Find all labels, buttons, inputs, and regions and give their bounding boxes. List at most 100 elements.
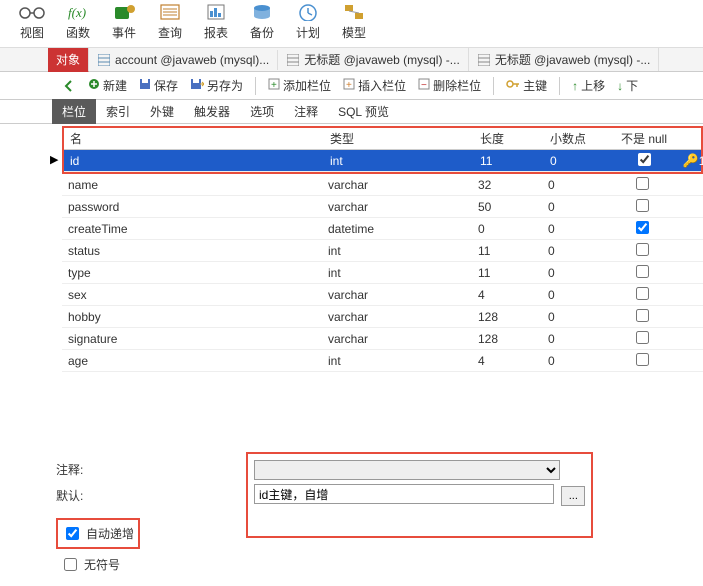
cell-name[interactable]: signature (62, 330, 322, 348)
table-row[interactable]: ▶ id int 11 0 🔑1 (64, 150, 701, 172)
cell-name[interactable]: password (62, 198, 322, 216)
table-row[interactable]: namevarchar320 (62, 174, 703, 196)
cell-name[interactable]: name (62, 176, 322, 194)
subnav-sqlpreview[interactable]: SQL 预览 (328, 99, 399, 124)
cell-dec[interactable]: 0 (542, 264, 612, 282)
cell-type[interactable]: varchar (322, 308, 472, 326)
header-notnull[interactable]: 不是 null (614, 128, 674, 149)
cell-dec[interactable]: 0 (542, 198, 612, 216)
cell-type[interactable]: datetime (322, 220, 472, 238)
header-name[interactable]: 名 (64, 128, 324, 149)
cell-type[interactable]: varchar (322, 330, 472, 348)
cell-dec[interactable]: 0 (542, 176, 612, 194)
subnav-cols[interactable]: 栏位 (52, 99, 96, 124)
cell-notnull[interactable] (614, 151, 674, 171)
cell-notnull[interactable] (612, 175, 672, 195)
cell-name[interactable]: id (64, 152, 324, 170)
unsigned-checkbox[interactable] (64, 558, 77, 571)
cell-len[interactable]: 4 (472, 352, 542, 370)
cell-dec[interactable]: 0 (542, 220, 612, 238)
cell-type[interactable]: varchar (322, 286, 472, 304)
cell-notnull[interactable] (612, 329, 672, 349)
cell-dec[interactable]: 0 (542, 286, 612, 304)
cell-name[interactable]: age (62, 352, 322, 370)
subnav-fk[interactable]: 外键 (140, 99, 184, 124)
report-button[interactable]: 报表 (202, 2, 230, 41)
cell-dec[interactable]: 0 (542, 330, 612, 348)
cell-notnull[interactable] (612, 263, 672, 283)
notnull-checkbox[interactable] (636, 243, 649, 256)
notnull-checkbox[interactable] (636, 287, 649, 300)
cell-len[interactable]: 128 (472, 330, 542, 348)
header-len[interactable]: 长度 (474, 128, 544, 149)
notnull-checkbox[interactable] (636, 199, 649, 212)
cell-dec[interactable]: 0 (542, 308, 612, 326)
plan-button[interactable]: 计划 (294, 2, 322, 41)
tab-untitled1[interactable]: 无标题 @javaweb (mysql) -... (278, 48, 469, 71)
cell-dec[interactable]: 0 (544, 152, 614, 170)
table-row[interactable]: ageint40 (62, 350, 703, 372)
cell-dec[interactable]: 0 (542, 352, 612, 370)
cell-name[interactable]: type (62, 264, 322, 282)
table-row[interactable]: createTimedatetime00 (62, 218, 703, 240)
view-button[interactable]: 视图 (18, 2, 46, 41)
new-button[interactable]: 新建 (88, 77, 127, 94)
cell-type[interactable]: int (324, 152, 474, 170)
header-dec[interactable]: 小数点 (544, 128, 614, 149)
cell-dec[interactable]: 0 (542, 242, 612, 260)
autoinc-checkbox[interactable] (66, 527, 79, 540)
notnull-checkbox[interactable] (636, 353, 649, 366)
saveas-button[interactable]: 另存为 (190, 77, 243, 94)
header-type[interactable]: 类型 (324, 128, 474, 149)
default-select[interactable] (254, 460, 560, 480)
table-row[interactable]: typeint110 (62, 262, 703, 284)
down-button[interactable]: ↓ 下 (617, 77, 638, 94)
arrow-left-button[interactable] (62, 79, 76, 93)
subnav-comment[interactable]: 注释 (284, 99, 328, 124)
cell-notnull[interactable] (612, 307, 672, 327)
cell-type[interactable]: int (322, 264, 472, 282)
cell-notnull[interactable] (612, 351, 672, 371)
notnull-checkbox[interactable] (636, 221, 649, 234)
cell-type[interactable]: int (322, 352, 472, 370)
cell-len[interactable]: 50 (472, 198, 542, 216)
table-row[interactable]: signaturevarchar1280 (62, 328, 703, 350)
more-button[interactable]: ... (561, 486, 585, 506)
cell-len[interactable]: 4 (472, 286, 542, 304)
delcol-button[interactable]: − 删除栏位 (418, 77, 481, 94)
cell-name[interactable]: hobby (62, 308, 322, 326)
cell-len[interactable]: 11 (474, 152, 544, 170)
tab-object[interactable]: 对象 (48, 48, 89, 72)
up-button[interactable]: ↑ 上移 (572, 77, 605, 94)
tab-untitled2[interactable]: 无标题 @javaweb (mysql) -... (469, 48, 660, 71)
table-row[interactable]: sexvarchar40 (62, 284, 703, 306)
backup-button[interactable]: 备份 (248, 2, 276, 41)
pkey-button[interactable]: 主键 (506, 77, 547, 94)
cell-len[interactable]: 11 (472, 264, 542, 282)
event-button[interactable]: 事件 (110, 2, 138, 41)
table-row[interactable]: hobbyvarchar1280 (62, 306, 703, 328)
cell-len[interactable]: 128 (472, 308, 542, 326)
cell-name[interactable]: createTime (62, 220, 322, 238)
cell-len[interactable]: 11 (472, 242, 542, 260)
cell-type[interactable]: varchar (322, 176, 472, 194)
cell-type[interactable]: int (322, 242, 472, 260)
cell-name[interactable]: status (62, 242, 322, 260)
notnull-checkbox[interactable] (636, 309, 649, 322)
insertcol-button[interactable]: + 插入栏位 (343, 77, 406, 94)
notnull-checkbox[interactable] (636, 177, 649, 190)
func-button[interactable]: f(x) 函数 (64, 2, 92, 41)
notnull-checkbox[interactable] (638, 153, 651, 166)
cell-len[interactable]: 32 (472, 176, 542, 194)
cell-type[interactable]: varchar (322, 198, 472, 216)
cell-notnull[interactable] (612, 241, 672, 261)
cell-notnull[interactable] (612, 285, 672, 305)
cell-len[interactable]: 0 (472, 220, 542, 238)
cell-notnull[interactable] (612, 219, 672, 239)
subnav-index[interactable]: 索引 (96, 99, 140, 124)
cell-notnull[interactable] (612, 197, 672, 217)
cell-name[interactable]: sex (62, 286, 322, 304)
notnull-checkbox[interactable] (636, 265, 649, 278)
subnav-trigger[interactable]: 触发器 (184, 99, 240, 124)
query-button[interactable]: 查询 (156, 2, 184, 41)
